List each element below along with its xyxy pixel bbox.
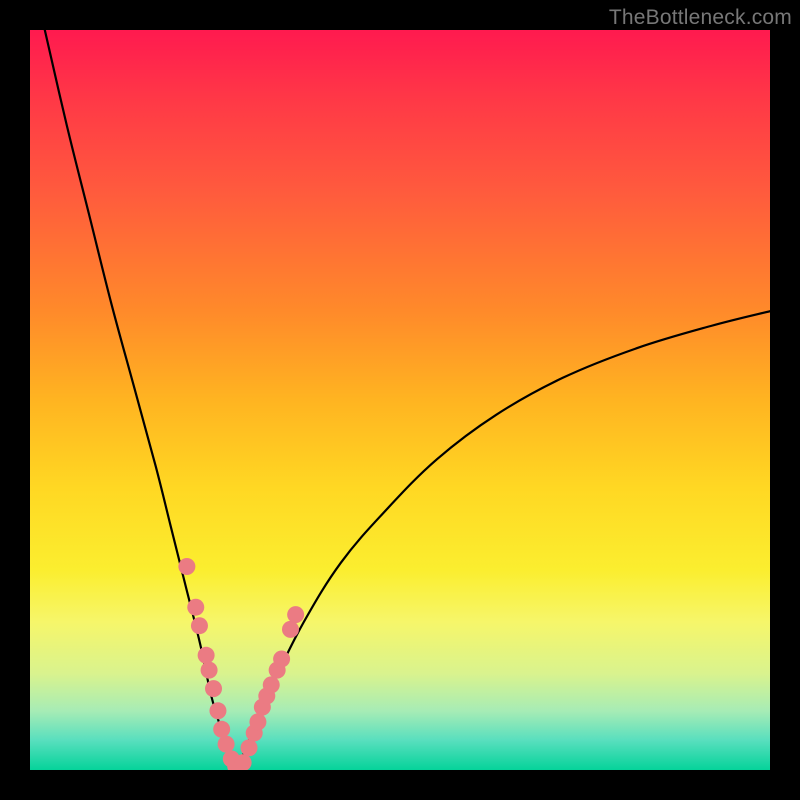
data-dot	[218, 736, 235, 753]
data-dot	[198, 647, 215, 664]
data-dot	[191, 617, 208, 634]
plot-frame	[30, 30, 770, 770]
data-dot	[273, 651, 290, 668]
watermark-text: TheBottleneck.com	[609, 6, 792, 30]
data-dot	[241, 739, 258, 756]
data-dot	[282, 621, 299, 638]
data-dot	[263, 676, 280, 693]
data-dot	[178, 558, 195, 575]
data-dot	[249, 713, 266, 730]
data-dot	[209, 702, 226, 719]
data-dot	[213, 721, 230, 738]
data-dot	[187, 599, 204, 616]
data-dot	[205, 680, 222, 697]
data-dot	[201, 662, 218, 679]
dots-svg	[30, 30, 770, 770]
data-dot	[287, 606, 304, 623]
scatter-dots	[178, 558, 304, 770]
